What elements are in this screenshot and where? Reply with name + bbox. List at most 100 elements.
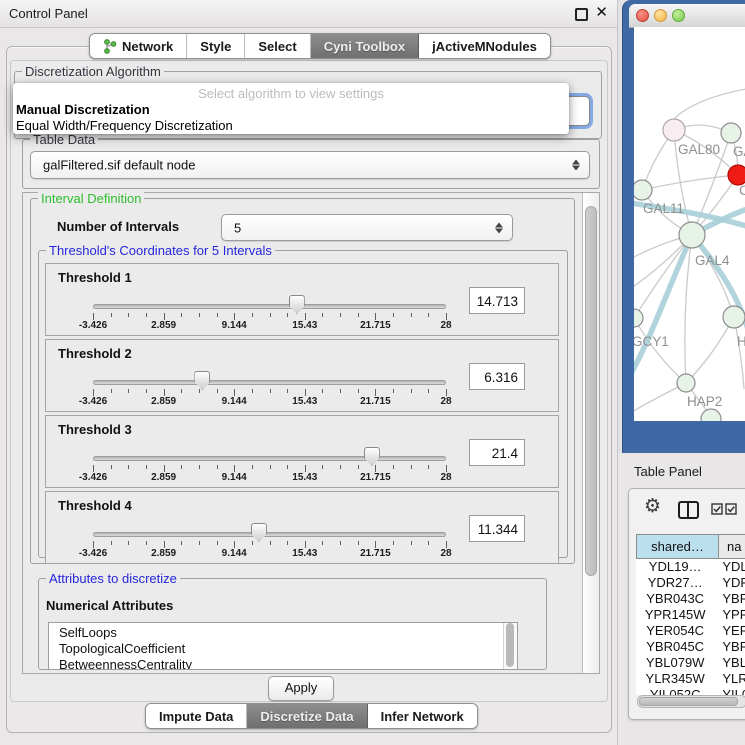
network-node-green[interactable] [701,409,721,421]
slider-tick [128,465,129,469]
table-row[interactable]: YER054CYER05 [636,623,745,639]
slider-tick [146,541,147,545]
mac-zoom-button[interactable] [672,9,685,22]
threshold-slider-thumb[interactable] [251,523,267,542]
slider-tick [270,313,271,317]
attribute-item-betweennesscentrality[interactable]: BetweennessCentrality [49,657,517,670]
threshold-slider-track[interactable] [93,532,446,537]
network-node-pink[interactable] [663,119,685,141]
table-row[interactable]: YIL052CYIL05 [636,687,745,695]
cell-shared-name[interactable]: YLR345W [636,671,714,687]
attribute-item-selfloops[interactable]: SelfLoops [49,625,517,641]
table-row[interactable]: YBL079WYBL07 [636,655,745,671]
table-horizontal-scrollbar[interactable] [637,695,745,708]
algorithm-option-equal-width-frequency-discretization[interactable]: Equal Width/Frequency Discretization [16,118,233,133]
network-node-green[interactable] [721,123,741,143]
cell-shared-name[interactable]: YBR043C [636,591,714,607]
mac-close-button[interactable] [636,9,649,22]
slider-tick [270,465,271,469]
table-row[interactable]: YPR145WYPR14 [636,607,745,623]
settings-vertical-scrollbar[interactable] [582,193,599,673]
tab-cyni-toolbox[interactable]: Cyni Toolbox [311,34,419,58]
cell-shared-name[interactable]: YDR27… [636,575,714,591]
cell-shared-name[interactable]: YIL052C [636,687,714,695]
network-node-green[interactable] [634,309,643,327]
column-header-shared-name[interactable]: shared… [636,534,719,559]
attributes-scrollbar[interactable] [503,623,517,669]
slider-tick [393,541,394,545]
cell-name[interactable]: YLR34 [714,671,745,687]
threshold-panel-4: Threshold 4-3.4262.8599.14415.4321.71528… [45,491,559,564]
slider-tick [181,541,182,545]
checkbox-icon[interactable] [725,503,737,515]
network-edge[interactable] [674,89,745,119]
tab-infer-network[interactable]: Infer Network [368,704,477,728]
cell-name[interactable]: YIL05 [714,687,745,695]
cell-name[interactable]: YDR27 [714,575,745,591]
network-edge[interactable] [692,235,734,317]
split-columns-icon[interactable] [678,501,699,519]
threshold-slider-thumb[interactable] [289,295,305,314]
cell-name[interactable]: YBL07 [714,655,745,671]
scrollbar-thumb[interactable] [585,206,597,576]
network-node-green[interactable] [677,374,695,392]
network-edge[interactable] [642,175,738,190]
threshold-panel-3: Threshold 3-3.4262.8599.14415.4321.71528… [45,415,559,488]
network-edge[interactable] [685,235,692,383]
network-node-green[interactable] [679,222,705,248]
table-row[interactable]: YDL19…YDL19 [636,559,745,575]
number-of-intervals-combobox[interactable]: 5 [221,214,513,241]
threshold-value-field[interactable]: 6.316 [469,363,525,390]
tab-jactivemnodules[interactable]: jActiveMNodules [419,34,550,58]
cell-shared-name[interactable]: YBL079W [636,655,714,671]
scrollbar-thumb[interactable] [639,697,738,706]
table-row[interactable]: YLR345WYLR34 [636,671,745,687]
table-row[interactable]: YBR043CYBR04 [636,591,745,607]
cell-shared-name[interactable]: YDL19… [636,559,714,575]
threshold-value-field[interactable]: 21.4 [469,439,525,466]
cell-name[interactable]: YDL19 [714,559,745,575]
threshold-value-field[interactable]: 14.713 [469,287,525,314]
network-node-red[interactable] [728,165,745,185]
table-row[interactable]: YDR27…YDR27 [636,575,745,591]
attribute-item-topologicalcoefficient[interactable]: TopologicalCoefficient [49,641,517,657]
tab-discretize-data[interactable]: Discretize Data [247,704,367,728]
slider-tick [181,313,182,317]
cell-name[interactable]: YBR04 [714,639,745,655]
checkbox-icon[interactable] [711,503,723,515]
node-label-ga: GA [733,144,745,159]
cell-shared-name[interactable]: YER054C [636,623,714,639]
threshold-slider-thumb[interactable] [194,371,210,390]
gear-icon[interactable]: ⚙ [644,497,661,516]
cell-shared-name[interactable]: YPR145W [636,607,714,623]
table-row[interactable]: YBR045CYBR04 [636,639,745,655]
threshold-slider-track[interactable] [93,304,446,309]
table-data-combobox[interactable]: galFiltered.sif default node [30,151,590,179]
network-node-green[interactable] [723,306,745,328]
network-canvas[interactable]: GAL80GACGAL11GAL4GCY1HHAP2 [634,27,745,421]
apply-button[interactable]: Apply [268,676,334,701]
float-window-icon[interactable] [575,8,588,21]
tab-network[interactable]: Network [90,34,187,58]
threshold-slider-thumb[interactable] [364,447,380,466]
network-edge[interactable] [686,317,734,383]
cell-shared-name[interactable]: YBR045C [636,639,714,655]
close-icon[interactable]: ✕ [595,4,608,22]
cell-name[interactable]: YBR04 [714,591,745,607]
cell-name[interactable]: YPR14 [714,607,745,623]
threshold-slider-track[interactable] [93,456,446,461]
tab-style[interactable]: Style [187,34,245,58]
network-node-green[interactable] [634,180,652,200]
slider-tick [446,541,447,548]
tab-select[interactable]: Select [245,34,310,58]
algorithm-option-manual-discretization[interactable]: Manual Discretization [16,102,150,117]
slider-tick [358,541,359,545]
column-header-name[interactable]: na [719,534,745,559]
threshold-slider-track[interactable] [93,380,446,385]
tab-impute-data[interactable]: Impute Data [146,704,247,728]
cell-name[interactable]: YER05 [714,623,745,639]
threshold-value-field[interactable]: 11.344 [469,515,525,542]
mac-minimize-button[interactable] [654,9,667,22]
network-graph[interactable]: GAL80GACGAL11GAL4GCY1HHAP2 [634,27,745,421]
scrollbar-thumb[interactable] [506,623,514,667]
